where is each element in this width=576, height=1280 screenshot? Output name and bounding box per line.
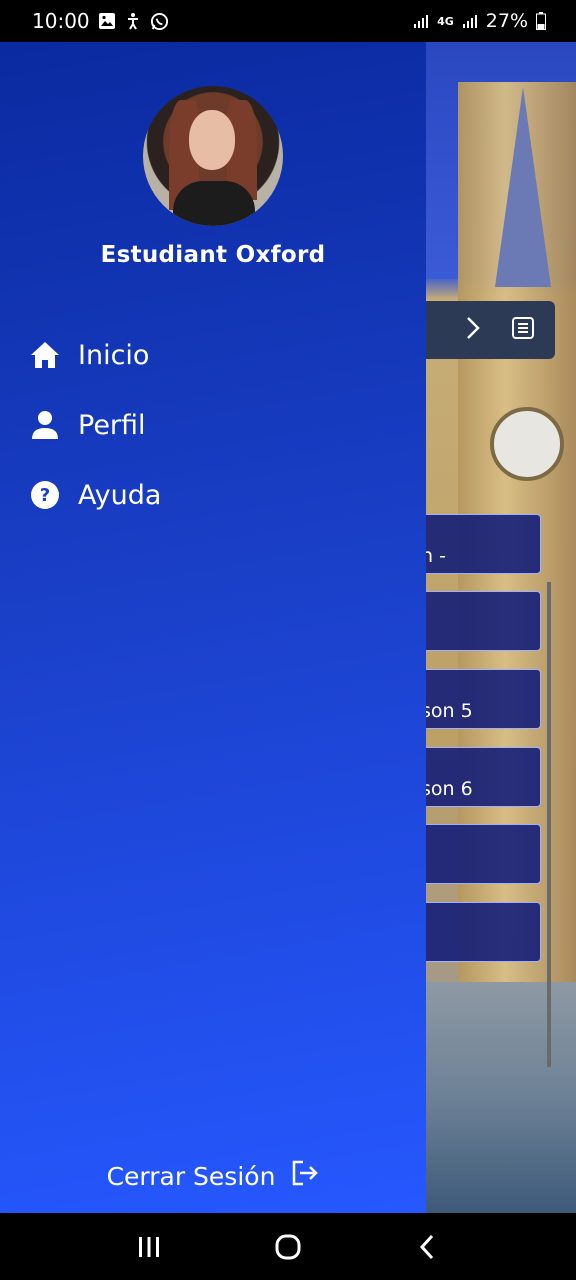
help-circle-icon: ? <box>28 478 62 512</box>
status-left: 10:00 <box>32 9 169 33</box>
battery-percent: 27% <box>485 10 528 32</box>
menu-item-label: Inicio <box>78 339 150 371</box>
signal-icon-2 <box>462 13 478 29</box>
system-nav-bar <box>0 1213 576 1280</box>
image-icon <box>98 12 116 30</box>
accessibility-icon <box>124 12 142 30</box>
logout-icon <box>291 1160 319 1192</box>
avatar-face <box>189 110 235 170</box>
battery-icon <box>536 12 546 30</box>
home-icon <box>28 338 62 372</box>
menu-item-ayuda[interactable]: ? Ayuda <box>28 460 161 530</box>
avatar[interactable] <box>143 86 283 226</box>
chevron-right-icon[interactable] <box>465 316 481 344</box>
navigation-drawer: Estudiant Oxford Inicio Perfil ? Ayuda C… <box>0 42 426 1213</box>
recent-apps-icon[interactable] <box>119 1217 179 1277</box>
list-icon[interactable] <box>511 316 535 344</box>
menu-item-perfil[interactable]: Perfil <box>28 390 161 460</box>
user-name: Estudiant Oxford <box>100 242 326 268</box>
whatsapp-icon <box>150 12 169 31</box>
logout-label: Cerrar Sesión <box>106 1161 276 1191</box>
logout-button[interactable]: Cerrar Sesión <box>0 1160 426 1192</box>
status-bar: 10:00 4G 27% <box>0 0 576 42</box>
person-icon <box>28 408 62 442</box>
lesson-toolbar <box>410 301 555 359</box>
svg-text:?: ? <box>40 485 50 506</box>
avatar-body <box>173 181 255 226</box>
menu-item-label: Ayuda <box>78 479 162 511</box>
menu-item-label: Perfil <box>78 409 146 441</box>
menu-item-inicio[interactable]: Inicio <box>28 320 161 390</box>
scrollbar[interactable] <box>547 582 551 1067</box>
home-button-icon[interactable] <box>258 1217 318 1277</box>
network-type: 4G <box>437 14 454 28</box>
signal-icon <box>413 13 429 29</box>
status-time: 10:00 <box>32 9 90 33</box>
drawer-menu: Inicio Perfil ? Ayuda <box>28 320 161 530</box>
back-icon[interactable] <box>397 1217 457 1277</box>
status-right: 4G 27% <box>413 10 546 32</box>
tower-spire <box>495 87 551 287</box>
clock-face <box>490 407 564 481</box>
